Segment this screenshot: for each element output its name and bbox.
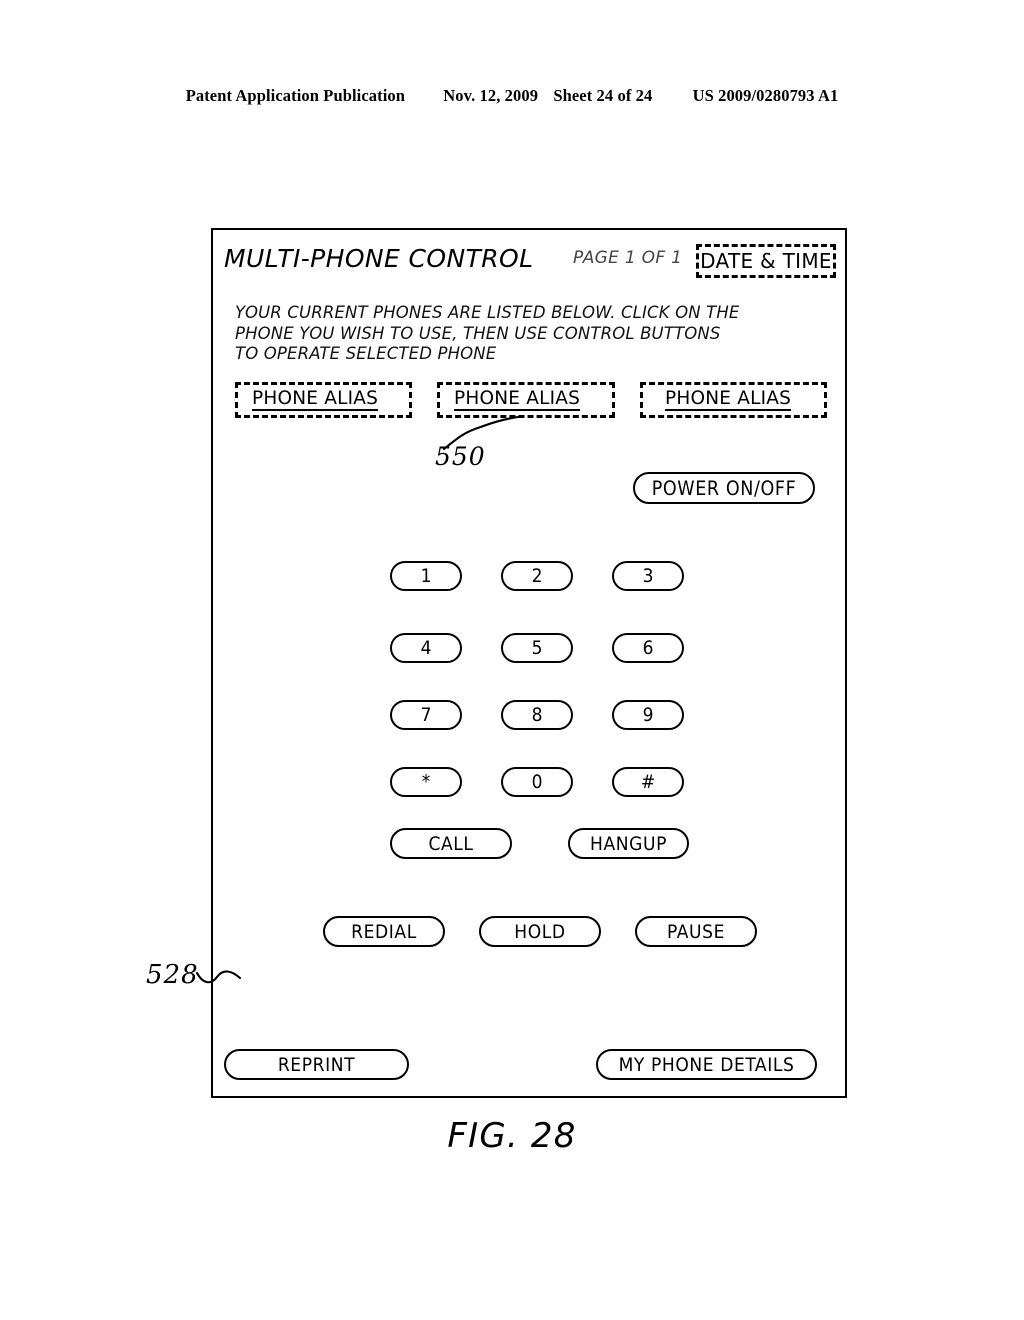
keypad-button-9[interactable]: 9	[612, 700, 684, 730]
redial-label: REDIAL	[351, 920, 417, 943]
call-label: CALL	[428, 832, 474, 855]
keypad-button-3[interactable]: 3	[612, 561, 684, 591]
page-title: MULTI-PHONE CONTROL	[224, 244, 534, 273]
sheet-number: Sheet 24 of 24	[553, 86, 653, 105]
instruction-line-1: YOUR CURRENT PHONES ARE LISTED BELOW. CL…	[235, 303, 740, 322]
page-indicator: PAGE 1 OF 1	[573, 248, 683, 268]
keypad-button-2[interactable]: 2	[501, 561, 573, 591]
instruction-line-2: PHONE YOU WISH TO USE, THEN USE CONTROL …	[235, 323, 721, 343]
publication-label: Patent Application Publication	[185, 86, 406, 105]
my-phone-details-label: MY PHONE DETAILS	[618, 1053, 795, 1076]
my-phone-details-button[interactable]: MY PHONE DETAILS	[596, 1049, 817, 1080]
power-on-off-label: POWER ON/OFF	[651, 476, 797, 500]
instruction-text: YOUR CURRENT PHONES ARE LISTED BELOW. CL…	[235, 303, 815, 365]
keypad-button-0[interactable]: 0	[501, 767, 573, 797]
reprint-label: REPRINT	[277, 1053, 356, 1076]
keypad-label: 2	[531, 565, 543, 587]
keypad-button-hash[interactable]: #	[612, 767, 684, 797]
patent-running-head: Patent Application Publication Nov. 12, …	[0, 86, 1024, 106]
call-button[interactable]: CALL	[390, 828, 512, 859]
keypad-label: #	[640, 771, 656, 793]
redial-button[interactable]: REDIAL	[323, 916, 445, 947]
keypad-label: 6	[642, 637, 654, 659]
hangup-button[interactable]: HANGUP	[568, 828, 689, 859]
reference-numeral-550: 550	[435, 442, 486, 471]
keypad-label: 5	[531, 637, 543, 659]
patent-number: US 2009/0280793 A1	[692, 86, 839, 105]
keypad-button-7[interactable]: 7	[390, 700, 462, 730]
date-time-field[interactable]: DATE & TIME	[696, 244, 836, 278]
keypad-button-star[interactable]: *	[390, 767, 462, 797]
phone-alias-item-1[interactable]: PHONE ALIAS	[235, 382, 412, 418]
power-on-off-button[interactable]: POWER ON/OFF	[633, 472, 815, 504]
publication-date: Nov. 12, 2009	[443, 86, 539, 105]
keypad-label: 9	[642, 704, 654, 726]
pause-label: PAUSE	[667, 920, 725, 943]
keypad-label: 7	[420, 704, 432, 726]
phone-alias-list: PHONE ALIAS PHONE ALIAS PHONE ALIAS	[235, 382, 827, 418]
pause-button[interactable]: PAUSE	[635, 916, 757, 947]
keypad-label: 8	[531, 704, 543, 726]
keypad-button-4[interactable]: 4	[390, 633, 462, 663]
keypad-label: 4	[420, 637, 432, 659]
hangup-label: HANGUP	[589, 832, 667, 855]
multi-phone-control-screen: MULTI-PHONE CONTROL PAGE 1 OF 1 DATE & T…	[211, 228, 847, 1098]
reference-numeral-528: 528	[146, 960, 199, 990]
phone-alias-label: PHONE ALIAS	[252, 388, 379, 412]
instruction-line-3: TO OPERATE SELECTED PHONE	[235, 344, 497, 363]
keypad-button-8[interactable]: 8	[501, 700, 573, 730]
phone-alias-label: PHONE ALIAS	[665, 388, 792, 412]
phone-alias-label: PHONE ALIAS	[454, 388, 581, 412]
date-time-label: DATE & TIME	[700, 249, 832, 273]
keypad-label: 0	[531, 771, 543, 793]
keypad-label: 3	[642, 565, 654, 587]
keypad-button-5[interactable]: 5	[501, 633, 573, 663]
reprint-button[interactable]: REPRINT	[224, 1049, 409, 1080]
hold-label: HOLD	[514, 920, 566, 943]
keypad-label: *	[421, 771, 431, 793]
keypad-button-6[interactable]: 6	[612, 633, 684, 663]
keypad-button-1[interactable]: 1	[390, 561, 462, 591]
hold-button[interactable]: HOLD	[479, 916, 601, 947]
phone-alias-item-3[interactable]: PHONE ALIAS	[640, 382, 827, 418]
figure-caption: FIG. 28	[447, 1116, 577, 1156]
phone-alias-item-2[interactable]: PHONE ALIAS	[437, 382, 615, 418]
keypad-label: 1	[420, 565, 432, 587]
